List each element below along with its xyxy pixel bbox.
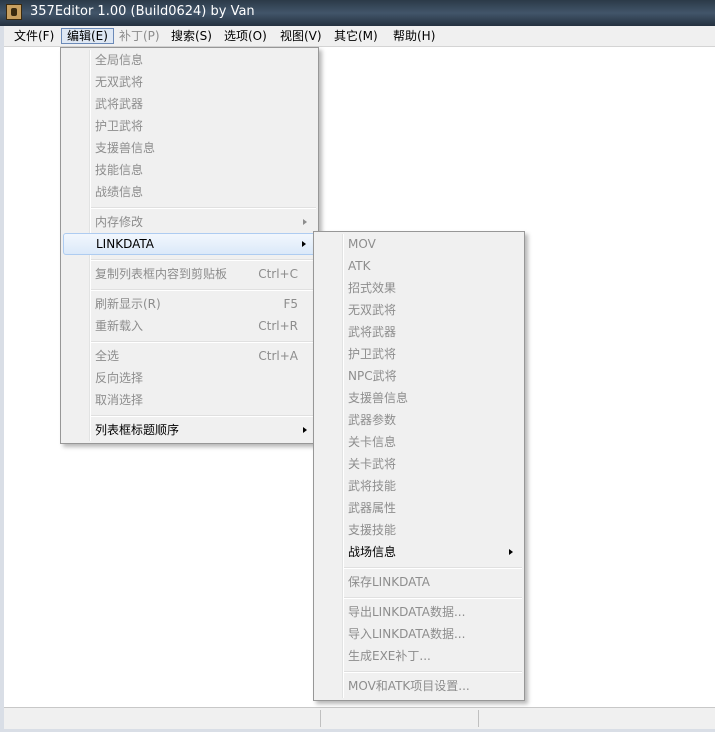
submenu-arrow-icon [509,549,513,555]
submenu-item-musou-generals[interactable]: 无双武将 [316,299,522,321]
submenu-item-npc-generals[interactable]: NPC武将 [316,365,522,387]
menu-item-linkdata[interactable]: LINKDATA [63,233,316,255]
submenu-item-save-linkdata[interactable]: 保存LINKDATA [316,571,522,593]
menu-item-musou-generals[interactable]: 无双武将 [63,71,316,93]
menu-item-general-weapons[interactable]: 武将武器 [63,93,316,115]
submenu-item-support-skills[interactable]: 支援技能 [316,519,522,541]
menu-options[interactable]: 选项(O) [219,28,272,44]
menu-item-deselect[interactable]: 取消选择 [63,389,316,411]
submenu-item-mov[interactable]: MOV [316,233,522,255]
menu-separator [91,207,316,209]
submenu-item-weapon-attributes[interactable]: 武器属性 [316,497,522,519]
menu-other[interactable]: 其它(M) [329,28,383,44]
menu-item-refresh[interactable]: 刷新显示(R) F5 [63,293,316,315]
menu-help[interactable]: 帮助(H) [388,28,440,44]
submenu-item-battlefield-info[interactable]: 战场信息 [316,541,522,563]
menu-edit[interactable]: 编辑(E) [61,28,114,44]
window-title: 357Editor 1.00 (Build0624) by Van [30,4,255,19]
submenu-item-mov-atk-settings[interactable]: MOV和ATK项目设置... [316,675,522,697]
menu-item-support-beast-info[interactable]: 支援兽信息 [63,137,316,159]
menu-item-reload[interactable]: 重新载入 Ctrl+R [63,315,316,337]
submenu-item-move-effects[interactable]: 招式效果 [316,277,522,299]
menu-file[interactable]: 文件(F) [9,28,59,44]
edit-menu: 全局信息 无双武将 武将武器 护卫武将 支援兽信息 技能信息 战绩信息 内存修改… [60,47,319,444]
submenu-arrow-icon [303,427,307,433]
menu-item-invert-selection[interactable]: 反向选择 [63,367,316,389]
title-bar: 357Editor 1.00 (Build0624) by Van [0,0,715,26]
linkdata-submenu: MOV ATK 招式效果 无双武将 武将武器 护卫武将 NPC武将 支援兽信息 … [313,231,525,701]
submenu-item-atk[interactable]: ATK [316,255,522,277]
submenu-arrow-icon [303,219,307,225]
menu-separator [91,341,316,343]
menu-separator [91,289,316,291]
submenu-item-support-beast-info[interactable]: 支援兽信息 [316,387,522,409]
menu-search[interactable]: 搜索(S) [166,28,217,44]
menu-item-memory-edit[interactable]: 内存修改 [63,211,316,233]
status-divider [478,710,479,727]
submenu-arrow-icon [302,241,306,247]
menu-item-global-info[interactable]: 全局信息 [63,49,316,71]
menu-separator [91,259,316,261]
menu-bar: 文件(F) 编辑(E) 补丁(P) 搜索(S) 选项(O) 视图(V) 其它(M… [4,26,715,47]
submenu-item-general-weapons[interactable]: 武将武器 [316,321,522,343]
menu-item-select-all[interactable]: 全选 Ctrl+A [63,345,316,367]
menu-separator [344,671,522,673]
submenu-item-generate-exe-patch[interactable]: 生成EXE补丁... [316,645,522,667]
menu-item-bodyguard-generals[interactable]: 护卫武将 [63,115,316,137]
submenu-item-export-linkdata[interactable]: 导出LINKDATA数据... [316,601,522,623]
submenu-item-general-skills[interactable]: 武将技能 [316,475,522,497]
app-icon[interactable] [6,4,22,20]
menu-patch[interactable]: 补丁(P) [114,28,165,44]
submenu-item-bodyguard-generals[interactable]: 护卫武将 [316,343,522,365]
menu-separator [344,597,522,599]
menu-item-record-info[interactable]: 战绩信息 [63,181,316,203]
menu-item-copy-to-clipboard[interactable]: 复制列表框内容到剪贴板 Ctrl+C [63,263,316,285]
menu-item-skill-info[interactable]: 技能信息 [63,159,316,181]
submenu-item-import-linkdata[interactable]: 导入LINKDATA数据... [316,623,522,645]
menu-item-column-title-order[interactable]: 列表框标题顺序 [63,419,316,441]
menu-separator [91,415,316,417]
submenu-item-weapon-params[interactable]: 武器参数 [316,409,522,431]
menu-view[interactable]: 视图(V) [275,28,327,44]
status-bar [4,707,715,729]
submenu-item-stage-info[interactable]: 关卡信息 [316,431,522,453]
menu-separator [344,567,522,569]
status-divider [320,710,321,727]
submenu-item-stage-generals[interactable]: 关卡武将 [316,453,522,475]
